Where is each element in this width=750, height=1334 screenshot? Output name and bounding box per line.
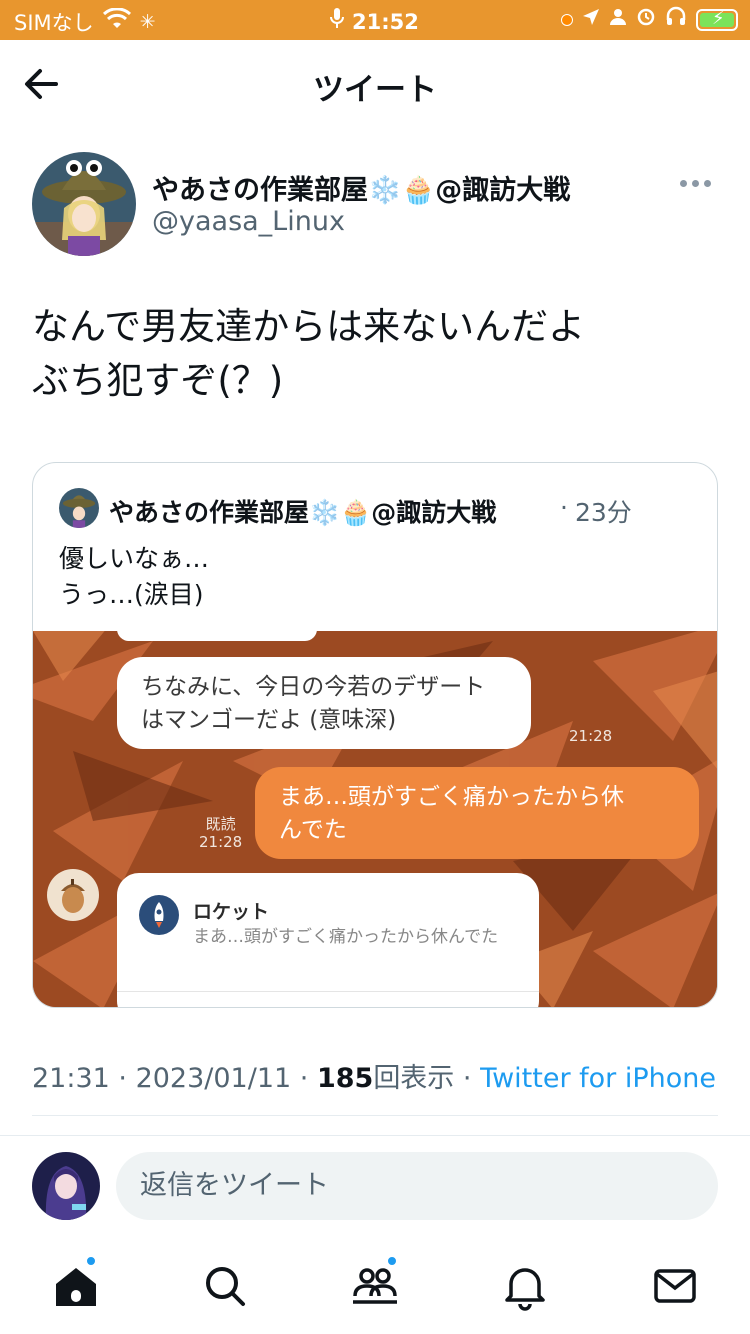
quote-time: 23分 — [575, 498, 632, 527]
tweet-date: 2023/01/11 — [135, 1063, 292, 1094]
chat-screenshot-image[interactable]: ちなみに、今日の今若のデザート はマンゴーだよ (意味深) 21:28 既読 2… — [33, 631, 717, 1007]
person-icon — [609, 7, 627, 33]
share-card-title: ロケット — [193, 901, 270, 923]
communities-notification-dot — [387, 1256, 397, 1266]
battery-icon: ⚡ — [696, 8, 738, 31]
bell-icon — [505, 1268, 545, 1311]
tab-search[interactable] — [197, 1258, 253, 1314]
chat-bubble-partial — [117, 631, 317, 641]
communities-icon — [353, 1268, 397, 1304]
microphone-icon — [330, 7, 344, 36]
tab-home[interactable] — [48, 1256, 104, 1314]
chat-bubble-received: ちなみに、今日の今若のデザート はマンゴーだよ (意味深) — [117, 657, 531, 749]
chat-bubble-sent: まあ…頭がすごく痛かったから休 んでた — [255, 767, 699, 859]
tweet-meta: 21:31 · 2023/01/11 · 185回表示 · Twitter fo… — [32, 1063, 716, 1094]
acorn-avatar-icon — [47, 869, 99, 921]
quote-author-avatar — [59, 488, 99, 528]
quote-author-name: やあさの作業部屋❄️🧁@諏訪大戦 — [109, 498, 497, 527]
alarm-icon — [636, 6, 656, 33]
author-handle[interactable]: @yaasa_Linux — [152, 206, 345, 237]
rocket-icon — [139, 895, 179, 935]
more-options-icon[interactable] — [680, 168, 720, 198]
home-notification-dot — [86, 1256, 96, 1266]
location-icon — [582, 7, 600, 33]
view-count: 185 — [316, 1063, 374, 1094]
mail-icon — [654, 1269, 696, 1303]
author-avatar[interactable] — [32, 152, 136, 256]
home-icon — [56, 1268, 96, 1306]
tweet-text: なんで男友達からは来ないんだよ ぶち犯すぞ(？) — [32, 305, 586, 402]
headphones-icon — [665, 6, 687, 33]
tab-notifications[interactable] — [497, 1258, 553, 1314]
wifi-icon — [102, 6, 132, 37]
loading-icon: ✳ — [139, 11, 156, 33]
quote-text: 優しいなぁ… うっ…(涙目) — [59, 544, 210, 609]
status-bar: SIMなし ✳ 21:52 ⚡ — [0, 0, 750, 40]
my-avatar — [32, 1152, 100, 1220]
author-name[interactable]: やあさの作業部屋❄️🧁@諏訪大戦 — [152, 168, 570, 207]
source-link[interactable]: Twitter for iPhone — [480, 1063, 716, 1094]
quote-separator: · — [560, 493, 568, 522]
reply-input[interactable]: 返信をツイート — [116, 1152, 718, 1220]
share-card-divider — [117, 991, 539, 992]
share-card-text: まあ…頭がすごく痛かったから休んでた — [193, 927, 499, 947]
quoted-tweet[interactable]: やあさの作業部屋❄️🧁@諏訪大戦 · 23分 優しいなぁ… うっ…(涙目) ちな… — [32, 462, 718, 1008]
recording-indicator — [561, 13, 573, 26]
reply-divider — [0, 1135, 750, 1136]
search-icon — [206, 1267, 245, 1306]
carrier-label: SIMなし — [14, 11, 94, 35]
status-time: 21:52 — [352, 9, 419, 34]
tweet-time: 21:31 — [32, 1063, 110, 1094]
nav-bar: ツイート — [0, 40, 750, 128]
meta-divider — [32, 1115, 718, 1116]
view-label: 回表示 — [373, 1063, 455, 1094]
chat-time-received: 21:28 — [569, 727, 613, 745]
shared-content-card: ロケット まあ…頭がすごく痛かったから休んでた — [117, 873, 539, 1007]
tab-messages[interactable] — [647, 1258, 703, 1314]
read-receipt: 既読 21:28 — [199, 815, 243, 851]
page-title: ツイート — [313, 72, 437, 108]
tab-communities[interactable] — [347, 1256, 403, 1314]
